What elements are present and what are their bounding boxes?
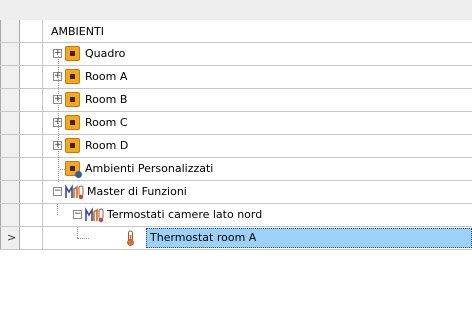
tree-item-label: Room B	[85, 93, 128, 106]
collapse-icon[interactable]: −	[73, 210, 82, 219]
tree-connector	[77, 238, 89, 239]
row-selector-header	[0, 20, 20, 42]
row-selector[interactable]	[0, 89, 20, 111]
tree-row-ambienti-personalizzati[interactable]: Ambienti Personalizzati	[0, 158, 472, 181]
tree-row-room-d[interactable]: + Room D	[0, 135, 472, 158]
top-bar	[0, 0, 472, 20]
room-icon	[65, 46, 80, 61]
row-selector[interactable]	[0, 135, 20, 157]
row-selector[interactable]	[0, 43, 20, 65]
row-selector[interactable]	[0, 112, 20, 134]
tree-header-row: AMBIENTI	[0, 20, 472, 43]
tree-item-label: Quadro	[85, 47, 126, 60]
tree-item-label: Room D	[85, 139, 129, 152]
function-master-icon	[65, 184, 84, 200]
tree-item-label: Termostati camere lato nord	[107, 208, 263, 221]
tree-row-quadro[interactable]: + Quadro	[0, 43, 472, 66]
row-selector[interactable]	[0, 204, 20, 226]
tree-row-room-c[interactable]: + Room C	[0, 112, 472, 135]
tree-row-thermostat-room-a[interactable]: > Thermostat room A	[0, 227, 472, 250]
room-icon	[65, 69, 80, 84]
row-selector[interactable]	[0, 158, 20, 180]
tree-row-master-di-funzioni[interactable]: − Master di Funzioni	[0, 181, 472, 204]
tree-item-label: Ambienti Personalizzati	[85, 162, 214, 175]
column-header[interactable]: AMBIENTI	[51, 25, 104, 38]
tree-item-label: Room C	[85, 116, 128, 129]
room-icon	[65, 92, 80, 107]
collapse-icon[interactable]: −	[53, 187, 62, 196]
tree-connector	[77, 227, 78, 238]
row-selector[interactable]	[0, 181, 20, 203]
tree-connector	[58, 56, 59, 182]
tree-connector	[57, 204, 58, 215]
tree-connector	[58, 169, 65, 170]
tree-row-room-a[interactable]: + Room A	[0, 66, 472, 89]
room-icon	[65, 115, 80, 130]
function-master-icon	[85, 207, 104, 223]
tree-item-label: Room A	[85, 70, 128, 83]
row-selector[interactable]	[0, 66, 20, 88]
tree-grid: AMBIENTI + Quadro + Room A + Room B + Ro…	[0, 20, 472, 250]
tree-row-room-b[interactable]: + Room B	[0, 89, 472, 112]
tree-item-label: Thermostat room A	[150, 231, 257, 244]
room-icon	[65, 138, 80, 153]
thermometer-icon	[127, 230, 134, 246]
custom-rooms-icon	[65, 161, 82, 178]
tree-row-termostati-lato-nord[interactable]: − Termostati camere lato nord	[0, 204, 472, 227]
tree-item-label: Master di Funzioni	[87, 185, 187, 198]
